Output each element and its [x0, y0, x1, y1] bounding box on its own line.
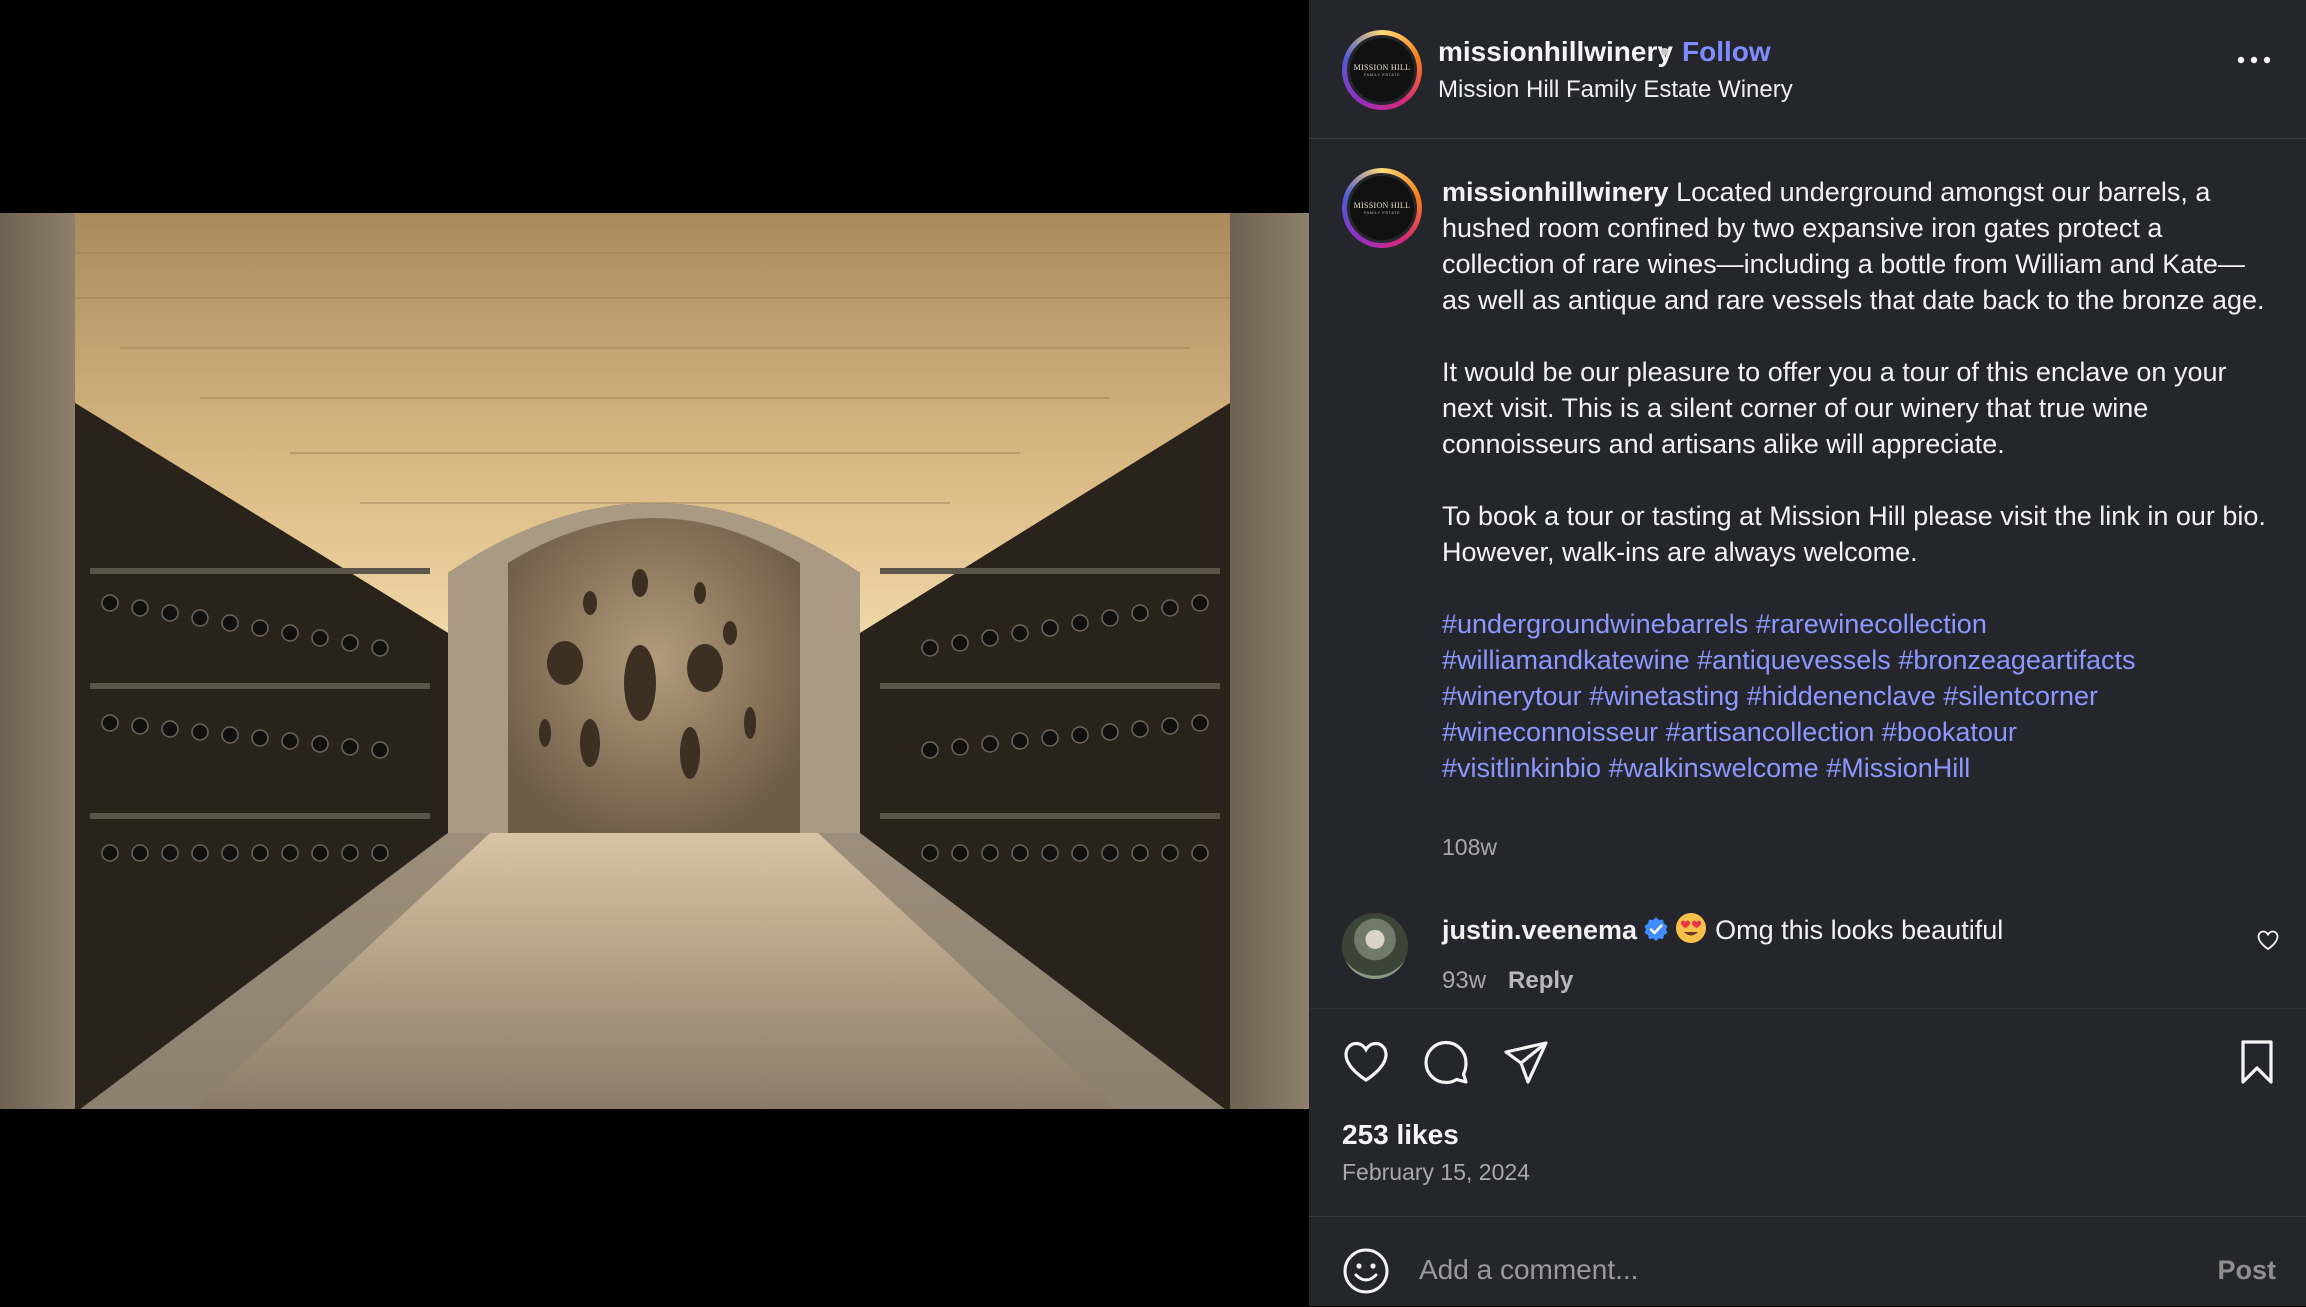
save-icon[interactable]: [2233, 1038, 2281, 1086]
comment-text: Omg this looks beautiful: [1715, 915, 2004, 945]
hashtag-link[interactable]: #undergroundwinebarrels: [1442, 609, 1748, 639]
hashtag-link[interactable]: #artisancollection: [1666, 717, 1875, 747]
hashtag-link[interactable]: #williamandkatewine: [1442, 645, 1690, 675]
winery-logo-subtext: FAMILY ESTATE: [1363, 210, 1401, 215]
header-subtitle[interactable]: Mission Hill Family Estate Winery: [1438, 76, 1793, 104]
like-icon[interactable]: [1342, 1038, 1390, 1086]
hashtag-link[interactable]: #silentcorner: [1943, 681, 2098, 711]
hashtag-link[interactable]: #wineconnoisseur: [1442, 717, 1658, 747]
hashtag-link[interactable]: #bookatour: [1882, 717, 2017, 747]
post-date[interactable]: February 15, 2024: [1342, 1159, 1530, 1186]
profile-avatar[interactable]: MISSION HILL FAMILY ESTATE: [1342, 30, 1422, 110]
heart-eyes-emoji: [1676, 913, 1707, 943]
share-icon[interactable]: [1502, 1038, 1550, 1086]
comment-meta: 93w Reply: [1442, 967, 1573, 995]
hashtag-link[interactable]: #winerytour: [1442, 681, 1582, 711]
hashtag-link[interactable]: #winetasting: [1589, 681, 1739, 711]
post-comment-button[interactable]: Post: [2217, 1255, 2276, 1286]
post-side-panel: MISSION HILL FAMILY ESTATE missionhillwi…: [1309, 0, 2306, 1306]
hashtag-link[interactable]: #hiddenenclave: [1747, 681, 1936, 711]
hashtag-link[interactable]: #visitlinkinbio: [1442, 753, 1601, 783]
header-username[interactable]: missionhillwinery: [1438, 36, 1673, 68]
winery-logo-text: MISSION HILL: [1353, 201, 1411, 210]
hashtag-link[interactable]: #walkinswelcome: [1609, 753, 1819, 783]
caption-username[interactable]: missionhillwinery: [1442, 177, 1669, 207]
comment-like-icon[interactable]: [2256, 928, 2280, 952]
comment-username[interactable]: justin.veenema: [1442, 915, 1637, 945]
comment-avatar[interactable]: [1342, 913, 1408, 979]
comment-timestamp[interactable]: 93w: [1442, 967, 1486, 994]
more-options-icon[interactable]: [2236, 50, 2272, 70]
hashtag-list: #undergroundwinebarrels #rarewinecollect…: [1442, 606, 2272, 786]
comments-section[interactable]: MISSION HILL FAMILY ESTATE missionhillwi…: [1309, 138, 2306, 1008]
follow-button[interactable]: Follow: [1682, 36, 1771, 68]
post-photo[interactable]: [0, 213, 1309, 1109]
header-separator: •: [1660, 36, 1670, 67]
hashtag-link[interactable]: #bronzeageartifacts: [1898, 645, 2135, 675]
caption-paragraph: It would be our pleasure to offer you a …: [1442, 357, 2227, 459]
reply-button[interactable]: Reply: [1508, 967, 1573, 994]
post-header: MISSION HILL FAMILY ESTATE missionhillwi…: [1309, 0, 2306, 139]
post-media[interactable]: [0, 0, 1309, 1306]
hashtag-link[interactable]: #MissionHill: [1826, 753, 1970, 783]
caption-avatar[interactable]: MISSION HILL FAMILY ESTATE: [1342, 168, 1422, 248]
caption-timestamp[interactable]: 108w: [1442, 834, 1497, 861]
winery-logo-subtext: FAMILY ESTATE: [1363, 72, 1401, 77]
comment-composer: Post: [1309, 1216, 2306, 1307]
comment-input[interactable]: [1417, 1245, 2161, 1295]
like-count[interactable]: 253 likes: [1342, 1119, 1459, 1151]
comment-icon[interactable]: [1422, 1038, 1470, 1086]
emoji-icon[interactable]: [1342, 1247, 1390, 1295]
post-caption: missionhillwinery Located underground am…: [1442, 174, 2272, 786]
winery-logo-text: MISSION HILL: [1353, 63, 1411, 72]
comment-body: justin.veenema Omg this looks beautiful: [1442, 912, 2003, 946]
post-actions: 253 likes February 15, 2024: [1309, 1008, 2306, 1219]
hashtag-link[interactable]: #rarewinecollection: [1756, 609, 1987, 639]
caption-paragraph: To book a tour or tasting at Mission Hil…: [1442, 501, 2266, 567]
verified-badge-icon: [1644, 917, 1668, 941]
hashtag-link[interactable]: #antiquevessels: [1697, 645, 1891, 675]
